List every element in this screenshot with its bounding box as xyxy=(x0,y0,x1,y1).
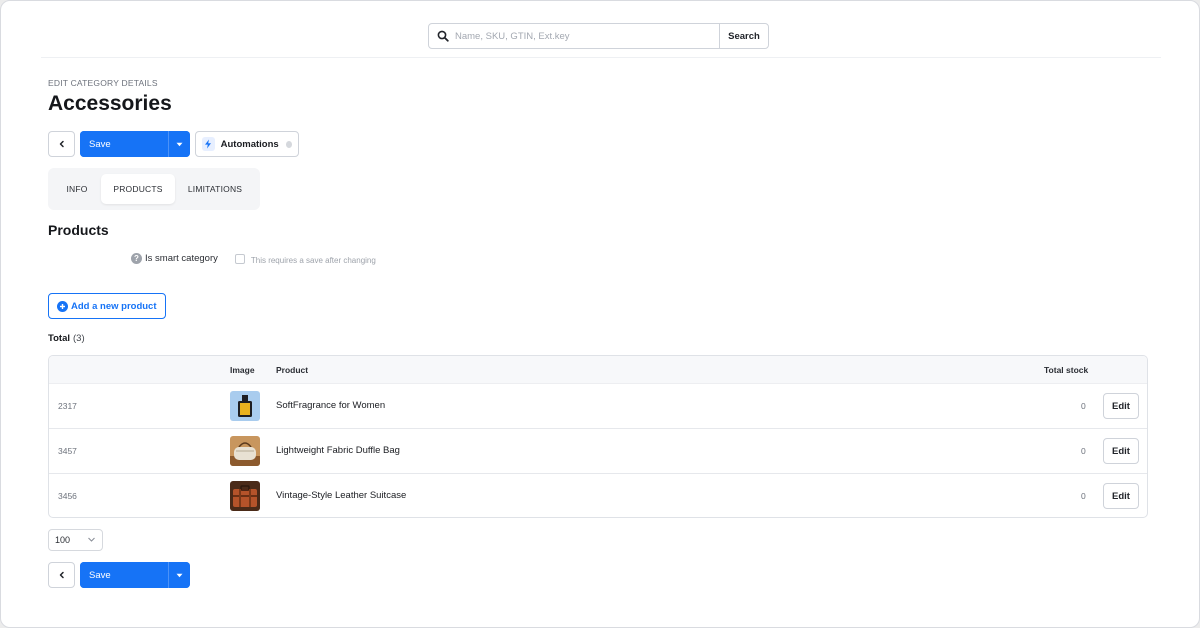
chevron-left-icon xyxy=(59,571,64,579)
automations-status-dot xyxy=(285,140,292,148)
search-button[interactable]: Search xyxy=(719,24,768,48)
edit-button[interactable]: Edit xyxy=(1103,438,1139,464)
product-id: 2317 xyxy=(58,401,77,411)
column-header-stock: Total stock xyxy=(1044,365,1089,375)
section-title: Products xyxy=(48,222,109,238)
top-action-row: Save Automations xyxy=(48,131,299,157)
bottom-action-row: Save xyxy=(48,562,190,588)
product-stock: 0 xyxy=(1081,491,1086,501)
search-input[interactable] xyxy=(455,24,719,48)
caret-down-icon xyxy=(176,142,183,146)
product-name[interactable]: Vintage-Style Leather Suitcase xyxy=(276,490,406,501)
smart-category-label: Is smart category xyxy=(145,253,218,264)
edit-button[interactable]: Edit xyxy=(1103,393,1139,419)
column-header-product: Product xyxy=(276,365,309,375)
smart-category-checkbox[interactable] xyxy=(234,253,245,264)
chevron-left-icon xyxy=(59,140,64,148)
product-thumbnail-suitcase xyxy=(230,481,260,511)
product-thumbnail-duffle-bag xyxy=(230,436,260,466)
smart-category-row: ? Is smart category This requires a save… xyxy=(131,252,376,265)
product-stock: 0 xyxy=(1081,401,1086,411)
products-table: Image Product Total stock 2317 SoftFragr… xyxy=(48,355,1148,518)
per-page-select[interactable]: 100 xyxy=(48,529,103,551)
page-eyebrow: EDIT CATEGORY DETAILS xyxy=(48,78,158,88)
total-label: Total xyxy=(48,333,70,344)
tab-bar: INFO PRODUCTS LIMITATIONS xyxy=(48,168,260,210)
product-name[interactable]: Lightweight Fabric Duffle Bag xyxy=(276,445,400,456)
smart-category-hint: This requires a save after changing xyxy=(250,256,376,265)
save-split-button-bottom: Save xyxy=(80,562,190,588)
automations-label: Automations xyxy=(220,138,279,150)
save-dropdown-button-bottom[interactable] xyxy=(168,562,190,588)
back-button-bottom[interactable] xyxy=(48,562,75,588)
save-split-button: Save xyxy=(80,131,190,157)
save-button[interactable]: Save xyxy=(80,131,168,157)
table-row[interactable]: 3457 Lightweight Fabric Duffle Bag 0 Edi… xyxy=(49,429,1147,474)
tab-info[interactable]: INFO xyxy=(53,174,101,204)
product-id: 3457 xyxy=(58,446,77,456)
top-bar: Search xyxy=(41,1,1161,58)
table-row[interactable]: 3456 Vintage-Style Leather Suitcase 0 Ed… xyxy=(49,474,1147,517)
column-header-image: Image xyxy=(230,365,255,375)
help-icon[interactable]: ? xyxy=(131,253,142,264)
table-header: Image Product Total stock xyxy=(49,356,1147,384)
back-button[interactable] xyxy=(48,131,75,157)
page-title: Accessories xyxy=(48,92,172,115)
tab-products[interactable]: PRODUCTS xyxy=(101,174,175,204)
automations-button[interactable]: Automations xyxy=(195,131,299,157)
table-row[interactable]: 2317 SoftFragrance for Women 0 Edit xyxy=(49,384,1147,429)
app-frame: Search EDIT CATEGORY DETAILS Accessories… xyxy=(0,0,1200,628)
total-number: (3) xyxy=(73,333,85,344)
tab-limitations[interactable]: LIMITATIONS xyxy=(175,174,255,204)
product-thumbnail-perfume xyxy=(230,391,260,421)
product-stock: 0 xyxy=(1081,446,1086,456)
search-box: Search xyxy=(428,23,769,49)
product-id: 3456 xyxy=(58,491,77,501)
add-product-label: Add a new product xyxy=(71,300,157,312)
save-button-bottom[interactable]: Save xyxy=(80,562,168,588)
save-dropdown-button[interactable] xyxy=(168,131,190,157)
edit-button[interactable]: Edit xyxy=(1103,483,1139,509)
total-count: Total (3) xyxy=(48,333,85,344)
caret-down-icon xyxy=(176,573,183,577)
plus-circle-icon xyxy=(57,300,68,312)
product-name[interactable]: SoftFragrance for Women xyxy=(276,400,385,411)
chevron-down-icon xyxy=(88,537,95,542)
add-product-button[interactable]: Add a new product xyxy=(48,293,166,319)
search-icon xyxy=(431,24,455,48)
per-page-value: 100 xyxy=(55,535,71,545)
bolt-icon xyxy=(202,137,215,151)
